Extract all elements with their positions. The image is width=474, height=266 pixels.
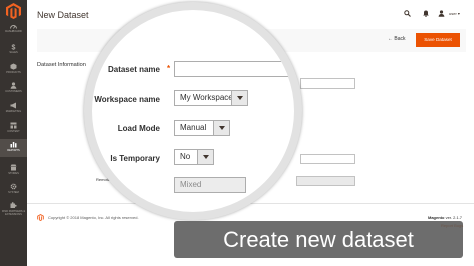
load-mode-select[interactable]: Manual (174, 120, 230, 136)
sidebar-item-label: FIND PARTNERS & EXTENSIONS (1, 210, 26, 216)
caption-overlay: Create new dataset (174, 221, 463, 258)
workspace-name-select[interactable]: My Workspace (174, 90, 248, 106)
version-number: ver. 2.1.7 (444, 215, 463, 220)
bell-icon[interactable] (423, 10, 429, 17)
arrow-left-icon: ← (388, 36, 393, 42)
user-name: user (449, 11, 457, 16)
chevron-down-icon (231, 91, 247, 105)
is-temporary-value: No (180, 152, 191, 161)
sidebar-item-label: STORES (8, 172, 19, 175)
magento-footer-logo-icon (37, 214, 44, 221)
megaphone-icon (10, 102, 16, 109)
back-button[interactable]: ← Back (388, 36, 406, 42)
is-temporary-select[interactable]: No (174, 149, 214, 165)
workspace-name-label: Workspace name (94, 95, 160, 104)
search-icon[interactable] (404, 10, 411, 17)
page-title: New Dataset (37, 10, 89, 20)
chevron-down-icon (213, 121, 229, 135)
gear-icon (10, 183, 17, 190)
user-icon[interactable] (438, 10, 445, 17)
dollar-icon: $ (12, 44, 16, 50)
user-menu[interactable]: user ▾ (449, 11, 460, 16)
sidebar-item-system[interactable]: SYSTEM (0, 183, 27, 194)
dataset-name-input[interactable] (174, 61, 294, 77)
back-label: Back (394, 36, 406, 42)
load-mode-value: Manual (180, 123, 207, 132)
sidebar-item-label: CUSTOMERS (5, 90, 22, 93)
sidebar-item-label: SYSTEM (8, 191, 19, 194)
sidebar-item-partners[interactable]: FIND PARTNERS & EXTENSIONS (0, 202, 27, 216)
sidebar-item-dashboard[interactable]: DASHBOARD (0, 23, 27, 33)
dataset-name-label: Dataset name (107, 65, 160, 74)
sidebar-item-label: REPORTS (7, 149, 20, 152)
version-brand: Magento (428, 215, 445, 220)
sidebar-item-content[interactable]: CONTENT (0, 122, 27, 133)
bg-field[interactable] (300, 78, 355, 89)
dashboard-icon (10, 25, 17, 29)
version-text: Magento ver. 2.1.7 (428, 215, 462, 220)
sidebar-item-customers[interactable]: CUSTOMERS (0, 82, 27, 93)
sidebar-item-sales[interactable]: $ SALES (0, 43, 27, 54)
bg-field[interactable] (300, 154, 355, 164)
box-icon (10, 63, 17, 70)
bar-chart-icon (10, 142, 17, 148)
sidebar-item-label: CONTENT (7, 130, 20, 133)
sidebar-item-label: DASHBOARD (5, 30, 22, 33)
sidebar-item-products[interactable]: PRODUCTS (0, 63, 27, 74)
sidebar-item-label: MARKETING (5, 110, 22, 113)
admin-sidebar: DASHBOARD $ SALES PRODUCTS CUSTOMERS MAR… (0, 0, 27, 266)
magnifier-lens: Dataset name * Workspace name My Workspa… (84, 2, 302, 220)
sidebar-item-stores[interactable]: STORES (0, 164, 27, 175)
layout-icon (10, 122, 17, 129)
svg-text:$: $ (12, 44, 16, 50)
chevron-down-icon (197, 150, 213, 164)
store-icon (10, 164, 17, 171)
copyright-text: Copyright © 2018 Magento, Inc. All right… (48, 215, 139, 220)
magento-logo-icon[interactable] (6, 3, 21, 19)
save-dataset-button[interactable]: Save Dataset (416, 33, 460, 47)
chevron-down-icon: ▾ (457, 11, 460, 16)
is-temporary-label: Is Temporary (110, 154, 160, 163)
section-title: Dataset Information (37, 62, 86, 68)
sidebar-item-marketing[interactable]: MARKETING (0, 102, 27, 113)
bg-select[interactable] (296, 176, 355, 186)
sidebar-item-reports[interactable]: REPORTS (0, 139, 27, 157)
puzzle-icon (10, 202, 17, 208)
ghost-select[interactable]: Mixed (174, 177, 246, 193)
required-asterisk: * (167, 64, 171, 73)
ghost-select-value: Mixed (180, 180, 202, 189)
workspace-name-value: My Workspace (180, 93, 233, 102)
sidebar-item-label: SALES (9, 51, 18, 54)
person-icon (10, 82, 17, 89)
load-mode-label: Load Mode (117, 124, 160, 133)
sidebar-item-label: PRODUCTS (6, 71, 21, 74)
